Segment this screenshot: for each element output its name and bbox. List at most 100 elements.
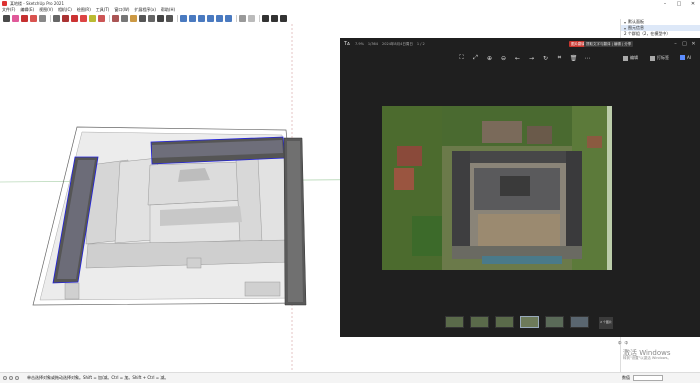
zoom-extents-icon[interactable] [166,15,173,22]
right-view-icon[interactable] [207,15,214,22]
thumbnail[interactable] [570,316,589,328]
zoom-in-icon[interactable]: ⊕ [486,55,493,62]
wireframe-icon[interactable] [271,15,278,22]
viewer-logo-icon: Tᴀ [344,41,351,47]
ai-icon [680,55,685,60]
front-view-icon[interactable] [198,15,205,22]
chevron-down-icon: ▾ [624,25,627,31]
rotate-icon[interactable]: ↻ [542,55,549,62]
photo-house [527,126,552,144]
zoom-tool-icon[interactable] [157,15,164,22]
sketchup-window: 某地楼 - SketchUp Pro 2021 – □ ✕ 文件(F) 编辑(E… [0,0,700,383]
tag-label: 打标签 [657,55,669,60]
photo-field [412,216,442,256]
ime-indicator[interactable]: 中 [618,341,622,346]
status-text: 单击选择对象或拖动选择对象。Shift = 加/减。Ctrl = 加。Shift… [27,375,169,380]
edit-button[interactable]: 编辑 [623,55,638,61]
ai-button[interactable]: AI [680,55,691,60]
dropdown-icon[interactable] [248,15,255,22]
photo-road [607,106,612,270]
status-icons [3,376,21,380]
measurements-box: 数值 [622,375,663,381]
ocr-actions[interactable]: 提取文字与翻译 | 编辑 | 分享 [584,41,634,47]
zoom-out-icon[interactable]: ⊖ [500,55,507,62]
viewer-toolbar: ⛶ ⤢ ⊕ ⊖ ← → ↻ ⌗ 🗑 ⋯ 编辑 打标签 AI [340,50,700,66]
iso-view-icon[interactable] [180,15,187,22]
close-icon[interactable]: ✕ [686,0,700,7]
page-indicator: 1 / 2 [416,42,425,46]
tray-row-label: 2 个群组（2，在模型中） [624,31,671,36]
minimize-icon[interactable]: – [658,0,672,7]
activate-windows-hint: 转到"设置"以激活 Windows。 [623,356,671,360]
text-tool-icon[interactable] [121,15,128,22]
eraser-tool-icon[interactable] [12,15,19,22]
thumbnail-strip [445,316,595,328]
back-view-icon[interactable] [216,15,223,22]
pan-tool-icon[interactable] [148,15,155,22]
move-tool-icon[interactable] [71,15,78,22]
toolbar-divider [259,15,260,22]
hidden-line-icon[interactable] [280,15,287,22]
expand-icon[interactable]: ⤢ [472,54,479,62]
geo-location-icon[interactable] [3,376,7,380]
photo-top-hall [470,151,566,163]
arc-tool-icon[interactable] [39,15,46,22]
photo-left-wing [452,151,470,259]
select-tool-icon[interactable] [3,15,10,22]
fit-icon[interactable]: ⛶ [458,54,465,62]
xray-icon[interactable] [262,15,269,22]
thumbnail[interactable] [445,316,464,328]
offset-tool-icon[interactable] [98,15,105,22]
viewer-close-icon[interactable]: ✕ [689,40,698,48]
aerial-photo[interactable] [382,106,612,270]
main-toolbar [0,13,620,24]
left-view-icon[interactable] [225,15,232,22]
title-bar: 某地楼 - SketchUp Pro 2021 – □ ✕ [0,0,700,7]
tray-group-count: 2 个群组（2，在模型中） [621,31,700,37]
sketchup-logo-icon [2,1,7,6]
line-tool-icon[interactable] [30,15,37,22]
push-pull-icon[interactable] [62,15,69,22]
image-count-tag: 2 个图片 [599,317,613,329]
toolbar-divider [50,15,51,22]
top-view-icon[interactable] [189,15,196,22]
help-icon[interactable] [15,376,19,380]
viewer-maximize-icon[interactable]: □ [680,40,689,48]
viewer-header: Tᴀ 7.9% 1/364 2024年8月4日周日 1 / 2 图片翻译完成 提… [340,38,700,50]
viewer-minimize-icon[interactable]: – [671,40,680,48]
thumbnail-selected[interactable] [520,316,539,328]
toolbar-divider [236,15,237,22]
maximize-icon[interactable]: □ [672,0,686,7]
thumbnail[interactable] [470,316,489,328]
photo-right-wing [566,151,582,259]
tag-icon [650,55,655,61]
toolbar-divider [109,15,110,22]
thumbnail[interactable] [495,316,514,328]
photo-house [397,146,422,166]
toolbar-divider [177,15,178,22]
thumbnail[interactable] [545,316,564,328]
pencil-tool-icon[interactable] [21,15,28,22]
tape-measure-icon[interactable] [112,15,119,22]
edit-label: 编辑 [630,55,638,60]
orbit-tool-icon[interactable] [139,15,146,22]
photo-house [482,121,522,143]
credits-icon[interactable] [9,376,13,380]
measurements-input[interactable] [633,375,663,381]
system-tray: 中 中 [618,340,700,347]
photo-house [587,136,602,148]
zoom-level: 7.9% [355,42,364,46]
delete-icon[interactable]: 🗑 [570,55,578,62]
paint-bucket-icon[interactable] [130,15,137,22]
rectangle-tool-icon[interactable] [53,15,60,22]
scale-tool-icon[interactable] [89,15,96,22]
next-icon[interactable]: → [528,55,535,62]
crop-icon[interactable]: ⌗ [556,54,563,62]
section-plane-icon[interactable] [239,15,246,22]
viewer-window-controls: – □ ✕ [671,40,698,48]
rotate-tool-icon[interactable] [80,15,87,22]
more-icon[interactable]: ⋯ [584,55,591,62]
tag-button[interactable]: 打标签 [650,55,669,61]
prev-icon[interactable]: ← [514,55,521,62]
edit-icon [623,55,628,61]
